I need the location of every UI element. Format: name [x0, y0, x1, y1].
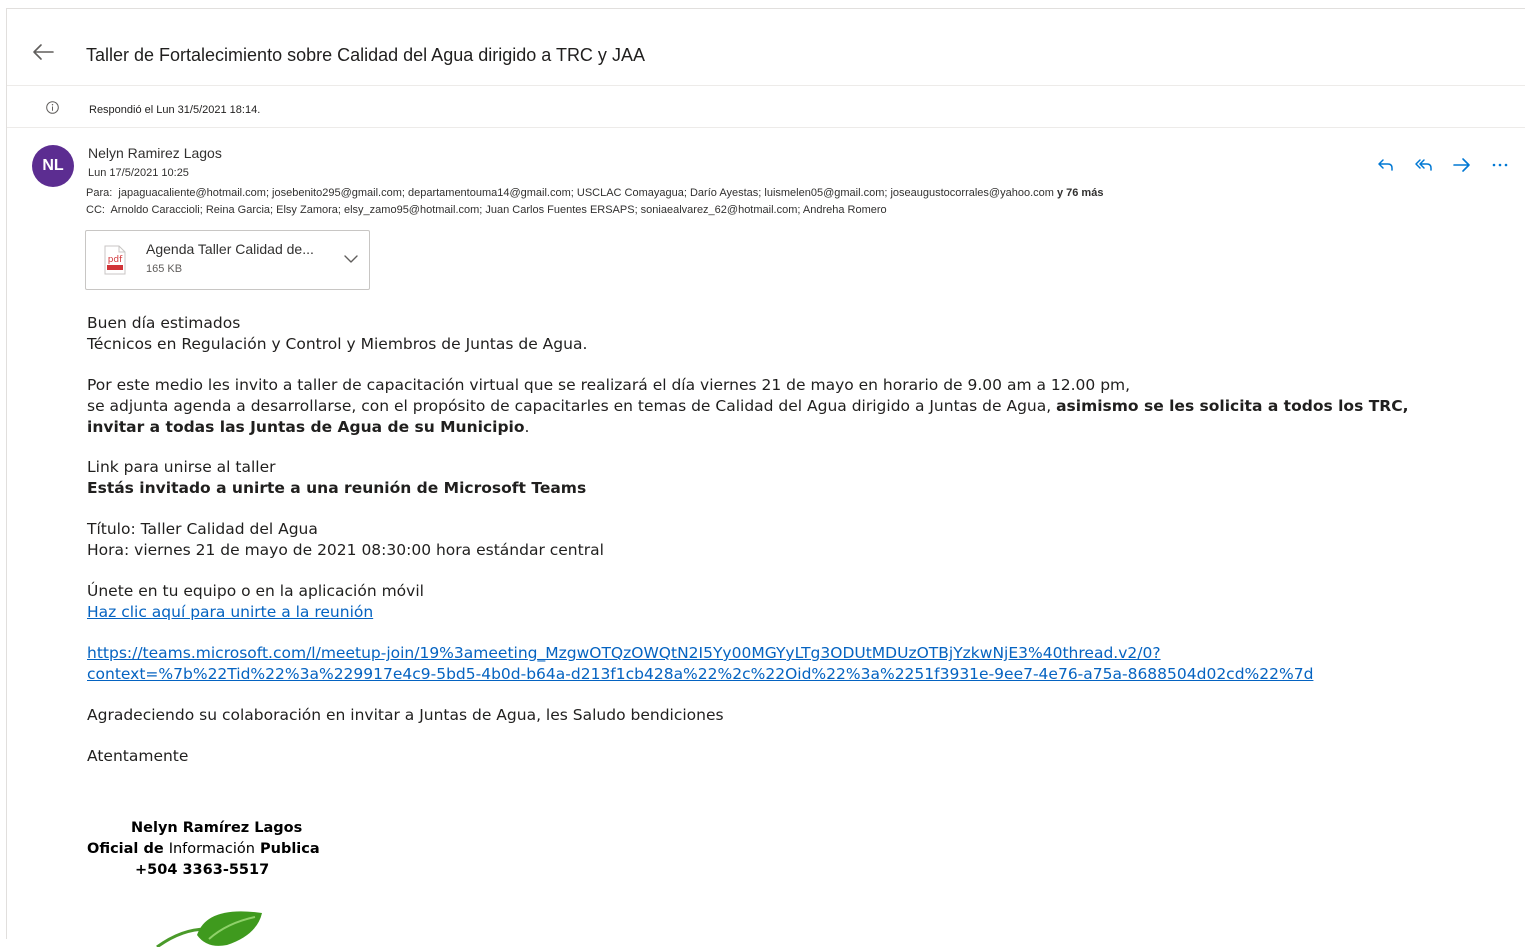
- message-header: Taller de Fortalecimiento sobre Calidad …: [7, 9, 1525, 86]
- cc-recipients: CC: Arnoldo Caraccioli; Reina Garcia; El…: [86, 204, 887, 216]
- join-info: Únete en tu equipo o en la aplicación mó…: [87, 581, 1507, 623]
- link-intro: Link para unirse al taller Estás invitad…: [87, 457, 1507, 499]
- replied-info-text: Respondió el Lun 31/5/2021 18:14.: [89, 104, 261, 116]
- reply-all-icon[interactable]: [1412, 153, 1436, 177]
- greeting-line-2: Técnicos en Regulación y Control y Miemb…: [87, 335, 588, 353]
- attachment-name[interactable]: Agenda Taller Calidad de...: [146, 241, 314, 257]
- svg-text:pdf: pdf: [108, 255, 123, 265]
- logo-leaf-image: [147, 905, 277, 949]
- meeting-details: Título: Taller Calidad del Agua Hora: vi…: [87, 519, 1507, 561]
- meeting-time: Hora: viernes 21 de mayo de 2021 08:30:0…: [87, 541, 604, 559]
- link-label: Link para unirse al taller: [87, 458, 276, 476]
- to-recipients: Para: japaguacaliente@hotmail.com; joseb…: [86, 187, 1103, 199]
- invitation-line-2: se adjunta agenda a desarrollarse, con e…: [87, 397, 1057, 415]
- attachment-size: 165 KB: [146, 263, 183, 275]
- to-list[interactable]: japaguacaliente@hotmail.com; josebenito2…: [118, 187, 1053, 199]
- to-label: Para:: [86, 187, 113, 199]
- join-text: Únete en tu equipo o en la aplicación mó…: [87, 582, 424, 600]
- thanks-line: Agradeciendo su colaboración en invitar …: [87, 706, 724, 724]
- avatar[interactable]: NL: [32, 145, 74, 187]
- invitation-bold-1: asimismo se les solicita a todos los TRC…: [1056, 397, 1409, 415]
- greeting-line-1: Buen día estimados: [87, 314, 241, 332]
- forward-icon[interactable]: [1450, 153, 1474, 177]
- invitation-paragraph: Por este medio les invito a taller de ca…: [87, 375, 1507, 438]
- join-meeting-link[interactable]: Haz clic aquí para unirte a la reunión: [87, 603, 373, 621]
- reading-pane: Taller de Fortalecimiento sobre Calidad …: [6, 8, 1525, 949]
- signature-role-a: Oficial de: [87, 841, 169, 857]
- meeting-url-line-1[interactable]: https://teams.microsoft.com/l/meetup-joi…: [87, 644, 1161, 662]
- reply-icon[interactable]: [1374, 153, 1398, 177]
- teams-invite-heading: Estás invitado a unirte a una reunión de…: [87, 479, 587, 497]
- attachment-card[interactable]: pdf Agenda Taller Calidad de... 165 KB: [85, 230, 370, 290]
- cc-label: CC:: [86, 204, 105, 216]
- closing-line: Atentamente: [87, 747, 189, 765]
- signature-role: Oficial de Información Publica: [87, 839, 320, 860]
- invitation-period: .: [524, 418, 530, 436]
- greeting: Buen día estimados Técnicos en Regulació…: [87, 313, 1507, 355]
- more-actions-icon[interactable]: [1488, 153, 1512, 177]
- meeting-url-line-2[interactable]: context=%7b%22Tid%22%3a%229917e4c9-5bd5-…: [87, 665, 1313, 683]
- signature-role-b: Información: [168, 841, 255, 857]
- signature-name: Nelyn Ramírez Lagos: [131, 820, 303, 836]
- meeting-url: https://teams.microsoft.com/l/meetup-joi…: [87, 643, 1507, 685]
- invitation-line-1: Por este medio les invito a taller de ca…: [87, 376, 1131, 394]
- message-subject: Taller de Fortalecimiento sobre Calidad …: [86, 45, 645, 65]
- meeting-title: Título: Taller Calidad del Agua: [87, 520, 318, 538]
- signature-phone: +504 3363-5517: [135, 862, 270, 878]
- message-body: Buen día estimados Técnicos en Regulació…: [87, 313, 1507, 787]
- info-icon: [46, 101, 59, 114]
- invitation-bold-2: invitar a todas las Juntas de Agua de su…: [87, 418, 525, 436]
- signature: Nelyn Ramírez Lagos Oficial de Informaci…: [87, 818, 320, 881]
- message-actions: [1374, 153, 1512, 177]
- sender-name[interactable]: Nelyn Ramirez Lagos: [88, 145, 222, 161]
- more-recipients-link[interactable]: y 76 más: [1057, 187, 1103, 199]
- info-bar: Respondió el Lun 31/5/2021 18:14.: [7, 87, 1525, 128]
- chevron-down-icon[interactable]: [341, 249, 361, 269]
- back-arrow-icon[interactable]: [31, 42, 63, 68]
- cc-list[interactable]: Arnoldo Caraccioli; Reina Garcia; Elsy Z…: [110, 204, 886, 216]
- message-date: Lun 17/5/2021 10:25: [88, 167, 189, 179]
- signature-role-c: Publica: [254, 841, 320, 857]
- pdf-file-icon: pdf: [102, 245, 128, 275]
